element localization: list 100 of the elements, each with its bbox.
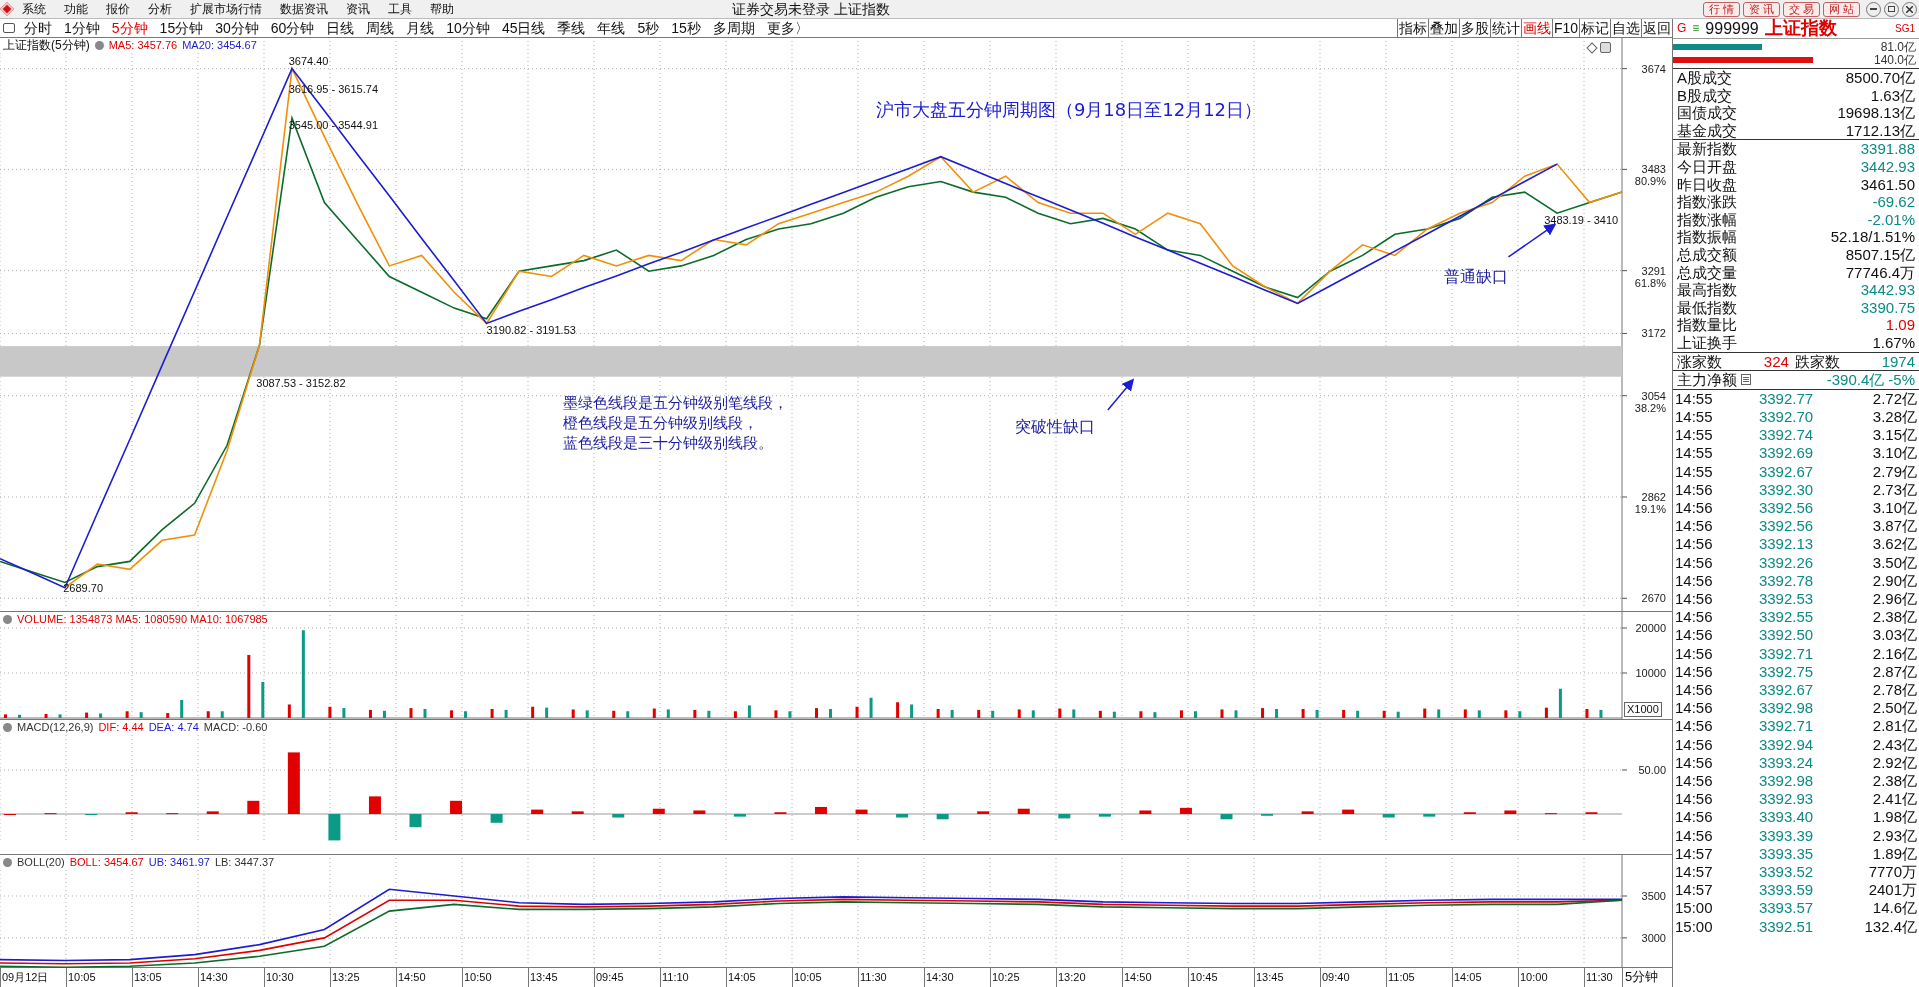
trade-amount: 3.87亿 xyxy=(1871,517,1917,536)
chart-caption: 沪市大盘五分钟周期图（9月18日至12月12日） xyxy=(875,98,1263,120)
trade-price: 3392.50 xyxy=(1757,626,1815,645)
menu-item[interactable]: 扩展市场行情 xyxy=(190,0,262,18)
nav-link-button[interactable]: 行 情 xyxy=(1702,1,1740,17)
time-axis-label: 11:10 xyxy=(660,968,726,987)
trade-price: 3393.52 xyxy=(1757,862,1815,882)
period-tab[interactable]: 季线 xyxy=(551,19,592,37)
stat-label: 国债成交 xyxy=(1677,104,1737,122)
trade-price: 3392.26 xyxy=(1757,553,1815,572)
trade-amount: 2.90亿 xyxy=(1871,571,1917,590)
period-tab[interactable]: 多周期 xyxy=(706,19,761,37)
trade-amount: 2.87亿 xyxy=(1871,662,1917,681)
volume-bar xyxy=(504,709,508,718)
volume-bar xyxy=(58,714,62,718)
macd-bar xyxy=(733,814,746,817)
period-tab[interactable]: 更多〉 xyxy=(760,19,815,37)
sidebar-toggle-icon[interactable] xyxy=(3,23,15,33)
toolbar-button[interactable]: F10 xyxy=(1551,19,1579,37)
period-tab[interactable]: 分时 xyxy=(18,19,58,37)
time-axis-label: 14:50 xyxy=(396,968,462,987)
macd-bar xyxy=(1098,814,1111,817)
menu-item[interactable]: 工具 xyxy=(388,0,412,18)
volume-bar xyxy=(44,713,48,718)
toolbar-button[interactable]: 标记 xyxy=(1579,19,1610,37)
period-tab[interactable]: 5秒 xyxy=(631,19,666,37)
toolbar-button[interactable]: 自选 xyxy=(1610,19,1641,37)
toolbar-button[interactable]: 画线 xyxy=(1520,19,1552,37)
volume-bar xyxy=(220,711,224,718)
period-tab[interactable]: 15分钟 xyxy=(153,19,210,37)
trade-time: 14:56 xyxy=(1675,571,1714,590)
trade-price: 3392.56 xyxy=(1757,517,1815,536)
trade-amount: 3.62亿 xyxy=(1871,535,1917,554)
stat-value: 3391.88 xyxy=(1860,140,1915,158)
period-tab[interactable]: 年线 xyxy=(591,19,632,37)
trade-amount: 2.72亿 xyxy=(1871,389,1917,408)
trade-amount: 2.38亿 xyxy=(1871,608,1917,627)
stat-label: 指数量比 xyxy=(1677,316,1737,334)
macd-bar xyxy=(206,811,219,814)
macd-bar xyxy=(936,814,949,820)
menu-item[interactable]: 帮助 xyxy=(430,0,454,18)
trade-price: 3392.53 xyxy=(1757,589,1815,609)
volume-bar xyxy=(342,708,346,718)
stat-value: 19698.13亿 xyxy=(1837,104,1915,122)
minimize-icon[interactable] xyxy=(1866,1,1881,17)
period-tab[interactable]: 月线 xyxy=(400,19,441,37)
trade-time: 14:56 xyxy=(1675,480,1714,499)
period-tab[interactable]: 10分钟 xyxy=(440,19,496,37)
time-axis-label: 11:30 xyxy=(858,968,924,987)
annotation-note: 普通缺口 xyxy=(1443,266,1508,286)
menu-item[interactable]: 资讯 xyxy=(346,0,370,18)
menu-item[interactable]: 分析 xyxy=(148,0,172,18)
menu-item[interactable]: 报价 xyxy=(106,0,130,18)
volume-bar xyxy=(733,711,737,718)
nav-link-button[interactable]: 网 站 xyxy=(1822,1,1860,17)
volume-bar xyxy=(464,711,468,718)
period-tab[interactable]: 45日线 xyxy=(495,19,552,37)
stat-label: 上证换手 xyxy=(1677,333,1737,352)
period-tab[interactable]: 15秒 xyxy=(665,19,707,37)
panel-toggle-icon[interactable] xyxy=(1600,42,1611,53)
period-tab[interactable]: 30分钟 xyxy=(209,19,265,37)
toolbar-button[interactable]: 统计 xyxy=(1489,19,1521,37)
stat-value: 8500.70亿 xyxy=(1845,69,1915,87)
nav-link-button[interactable]: 交 易 xyxy=(1782,1,1820,17)
period-tab[interactable]: 5分钟 xyxy=(105,19,154,37)
menu-item[interactable]: 系统 xyxy=(22,0,46,18)
trade-time: 14:56 xyxy=(1675,517,1714,536)
volume-bar xyxy=(99,713,103,718)
toolbar-button[interactable]: 叠加 xyxy=(1427,19,1459,37)
axis-tick-label: 50.00 xyxy=(1638,764,1666,776)
period-tab[interactable]: 1分钟 xyxy=(58,19,106,37)
trade-price: 3393.57 xyxy=(1757,899,1815,918)
trade-amount: 7770万 xyxy=(1867,862,1917,882)
volume-bar xyxy=(855,706,859,718)
trade-time: 14:57 xyxy=(1675,862,1714,882)
list-icon[interactable] xyxy=(1741,374,1751,386)
volume-bar xyxy=(1477,710,1481,718)
period-tab[interactable]: 日线 xyxy=(320,19,361,37)
menu-item[interactable]: 功能 xyxy=(64,0,88,18)
toolbar-button[interactable]: 指标 xyxy=(1396,19,1428,37)
trade-time: 14:56 xyxy=(1675,626,1714,645)
net-percent: -5% xyxy=(1888,371,1915,389)
volume-bar xyxy=(693,709,697,718)
trade-amount: 3.28亿 xyxy=(1871,407,1917,427)
trade-price: 3392.71 xyxy=(1757,717,1815,736)
restore-icon[interactable] xyxy=(1884,1,1899,17)
menu-item[interactable]: 数据资讯 xyxy=(280,0,328,18)
nav-link-button[interactable]: 资 讯 xyxy=(1742,1,1780,17)
close-icon[interactable] xyxy=(1902,1,1917,17)
macd-bar xyxy=(1220,814,1233,820)
period-tab[interactable]: 周线 xyxy=(360,19,401,37)
volume-bar xyxy=(652,708,656,718)
macd-bar xyxy=(1058,814,1071,819)
period-tab[interactable]: 60分钟 xyxy=(264,19,321,37)
volume-bar xyxy=(18,714,21,718)
menu-icon[interactable]: ≡ xyxy=(1692,19,1700,38)
toolbar-button[interactable]: 多股 xyxy=(1458,19,1490,37)
volume-bar xyxy=(666,709,670,718)
trade-price: 3392.78 xyxy=(1757,571,1815,590)
trade-amount: 2.93亿 xyxy=(1871,826,1917,845)
